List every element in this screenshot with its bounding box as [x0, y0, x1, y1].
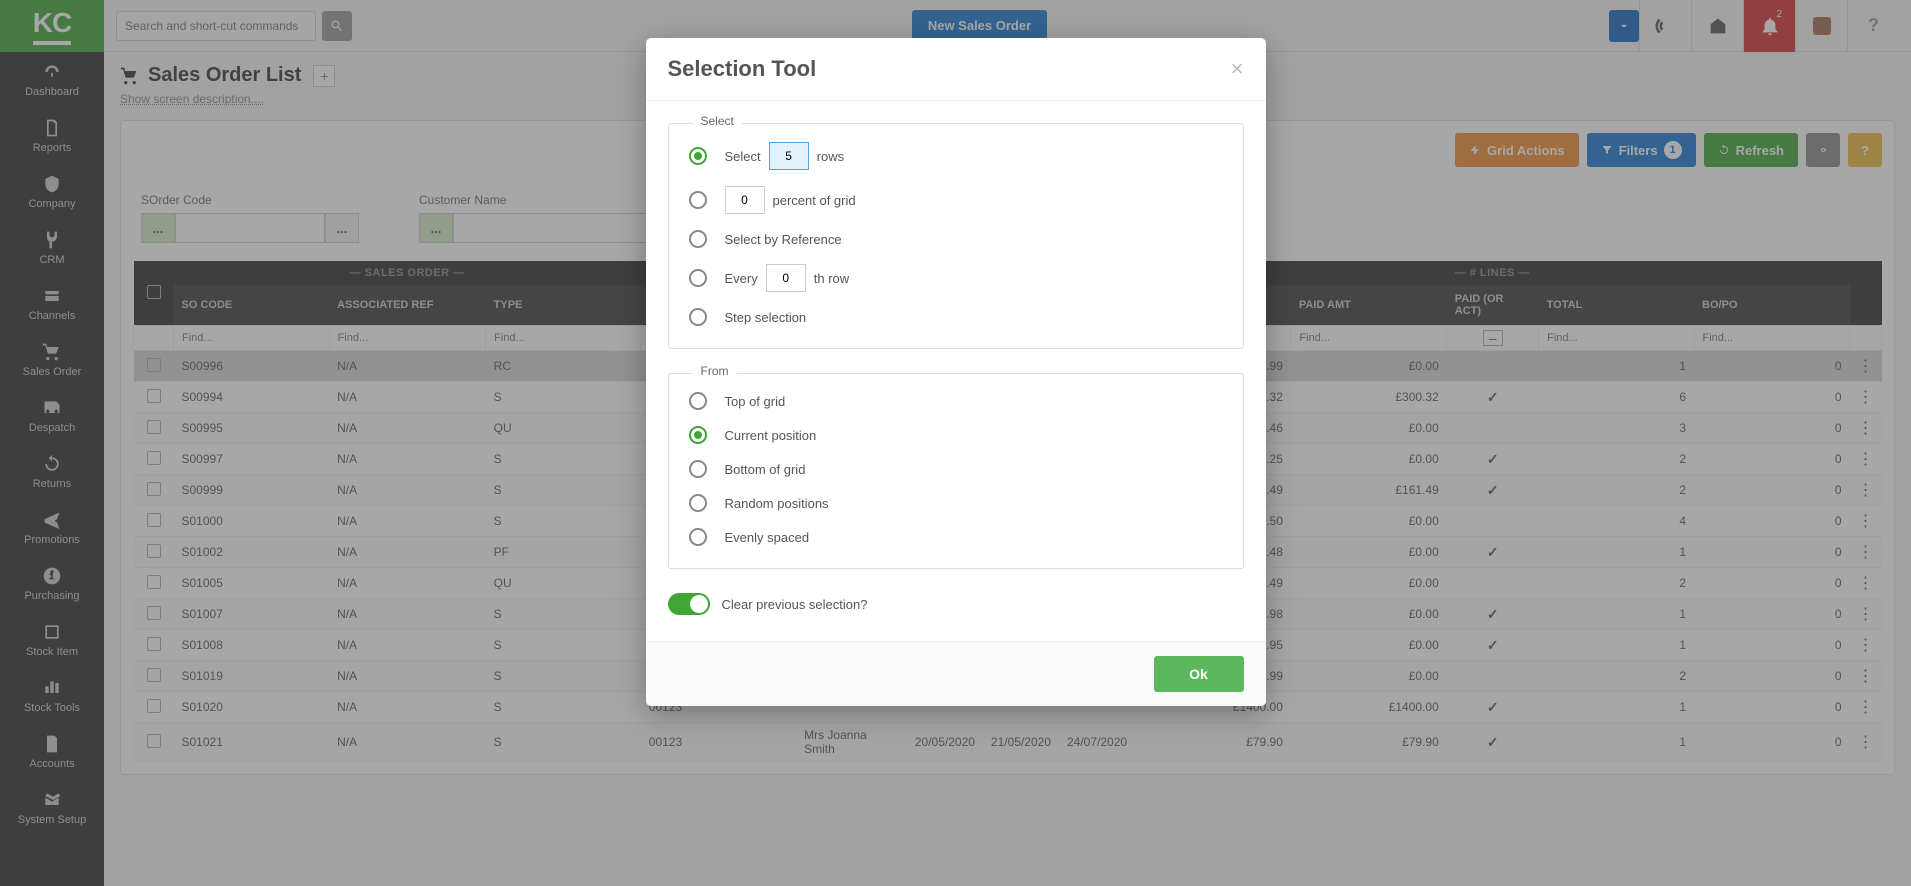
radio-from-random[interactable]: [689, 494, 707, 512]
radio-from-bottom[interactable]: [689, 460, 707, 478]
from-fieldset: From Top of grid Current position Bottom…: [668, 373, 1244, 569]
radio-by-reference[interactable]: [689, 230, 707, 248]
every-nth-input[interactable]: [766, 264, 806, 292]
radio-from-current[interactable]: [689, 426, 707, 444]
modal-overlay: Selection Tool × Select Select rows: [0, 0, 1911, 886]
clear-previous-label: Clear previous selection?: [722, 597, 868, 612]
modal-title: Selection Tool: [668, 56, 817, 82]
select-legend: Select: [693, 114, 742, 128]
select-rows-input[interactable]: [769, 142, 809, 170]
radio-percent[interactable]: [689, 191, 707, 209]
radio-select-rows[interactable]: [689, 147, 707, 165]
ok-button[interactable]: Ok: [1154, 656, 1244, 692]
clear-previous-toggle[interactable]: [668, 593, 710, 615]
percent-input[interactable]: [725, 186, 765, 214]
radio-from-top[interactable]: [689, 392, 707, 410]
radio-from-even[interactable]: [689, 528, 707, 546]
radio-every-nth[interactable]: [689, 269, 707, 287]
selection-tool-modal: Selection Tool × Select Select rows: [646, 38, 1266, 706]
select-fieldset: Select Select rows percent of grid: [668, 123, 1244, 349]
radio-step[interactable]: [689, 308, 707, 326]
from-legend: From: [693, 364, 737, 378]
close-button[interactable]: ×: [1231, 56, 1244, 82]
